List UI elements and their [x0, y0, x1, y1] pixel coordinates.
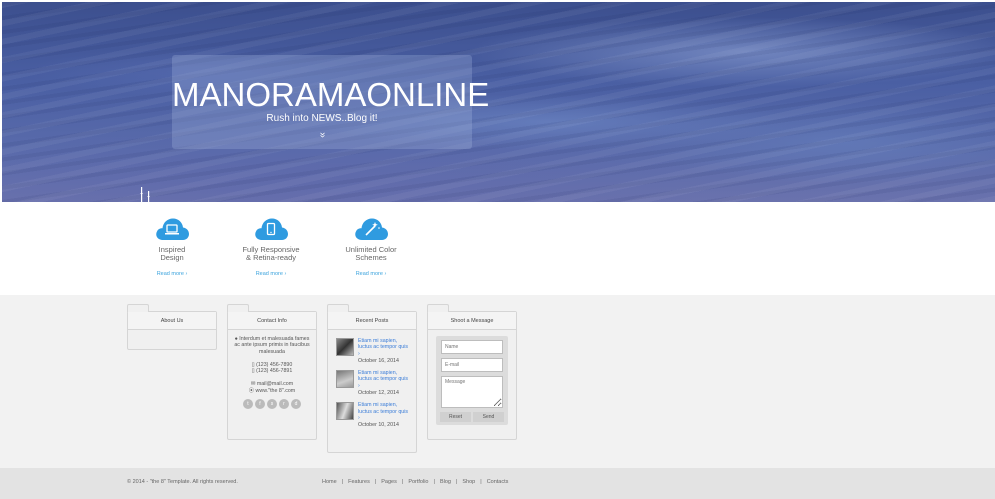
contact-website[interactable]: ⦿ www."the 8".com	[234, 388, 310, 394]
feature-color-schemes: Unlimited Color Schemes Read more ›	[321, 216, 421, 280]
widget-tab	[127, 304, 149, 312]
post-link[interactable]: Etiam mi sapien, luctus ac tempor quis ›	[358, 338, 410, 357]
footer-nav-home[interactable]: Home	[322, 479, 337, 485]
footer-nav-pages[interactable]: Pages	[381, 479, 397, 485]
send-button[interactable]: Send	[473, 412, 504, 422]
widget-tab	[227, 304, 249, 312]
widget-title: About Us	[128, 312, 216, 330]
post-thumbnail[interactable]	[336, 402, 354, 421]
post-date: October 12, 2014	[358, 390, 399, 397]
footer-nav: Home | Features | Pages | Portfolio | Bl…	[322, 479, 508, 485]
contact-info-widget: Contact Info ● Interdum et malesuada fam…	[227, 304, 317, 440]
post-link[interactable]: Etiam mi sapien, luctus ac tempor quis ›	[358, 402, 410, 421]
reset-button[interactable]: Reset	[440, 412, 471, 422]
widget-title: Shoot a Message	[428, 312, 516, 330]
feature-title-line2: & Retina-ready	[245, 253, 297, 262]
contact-phone-2: ▯ (123) 456-7891	[251, 368, 293, 375]
sky-background	[2, 2, 995, 202]
phone-icon: ▯	[251, 361, 255, 368]
laptop-icon	[154, 216, 190, 242]
post-thumbnail[interactable]	[336, 338, 354, 356]
about-us-widget: About Us	[127, 304, 217, 350]
feature-responsive: Fully Responsive & Retina-ready Read mor…	[221, 216, 321, 280]
footer-widgets: About Us Contact Info ● Interdum et male…	[0, 295, 995, 468]
widget-tab	[327, 304, 349, 312]
recent-post-item: Etiam mi sapien, luctus ac tempor quis ›…	[336, 402, 410, 428]
hero-banner: MANORAMAONLINE Rush into NEWS..Blog it! …	[2, 2, 995, 202]
hero-title-panel: MANORAMAONLINE Rush into NEWS..Blog it! …	[172, 55, 490, 149]
message-textarea[interactable]	[441, 376, 503, 408]
recent-posts-widget: Recent Posts Etiam mi sapien, luctus ac …	[327, 304, 417, 453]
post-thumbnail[interactable]	[336, 370, 354, 389]
email-input[interactable]	[441, 358, 503, 372]
recent-post-item: Etiam mi sapien, luctus ac tempor quis ›…	[336, 338, 410, 364]
nav-separator: |	[401, 479, 404, 485]
feature-inspired-design: Inspired Design Read more ›	[122, 216, 222, 280]
widget-title: Recent Posts	[328, 312, 416, 330]
footer-nav-features[interactable]: Features	[348, 479, 370, 485]
name-input[interactable]	[441, 340, 503, 354]
map-marker-icon: ●	[234, 336, 238, 342]
site-tagline: Rush into NEWS..Blog it!	[266, 113, 378, 124]
facebook-icon[interactable]: f	[255, 399, 265, 410]
post-link[interactable]: Etiam mi sapien, luctus ac tempor quis ›	[358, 370, 410, 389]
contact-address: ● Interdum et malesuada fames ac ante ip…	[234, 336, 310, 355]
shoot-a-message-widget: Shoot a Message Reset Send	[427, 304, 517, 440]
feature-title-line2: Schemes	[355, 253, 387, 262]
nav-separator: |	[433, 479, 435, 485]
nav-separator: |	[374, 479, 377, 485]
site-title: MANORAMAONLINE	[172, 76, 490, 113]
recent-post-item: Etiam mi sapien, luctus ac tempor quis ›…	[336, 370, 410, 396]
nav-separator: |	[455, 479, 458, 485]
footer-nav-blog[interactable]: Blog	[440, 479, 451, 485]
read-more-link[interactable]: Read more ›	[356, 271, 387, 277]
read-more-link[interactable]: Read more ›	[157, 271, 188, 277]
footer-bar: © 2014 - "the 8" Template. All rights re…	[0, 468, 995, 499]
envelope-icon: ✉	[250, 381, 256, 388]
nav-separator: |	[480, 479, 482, 485]
scroll-down-icon[interactable]: »	[317, 132, 328, 138]
link-icon: ⦿	[248, 387, 255, 394]
footer-nav-portfolio[interactable]: Portfolio	[408, 479, 428, 485]
phone-icon: ▯	[251, 368, 255, 375]
tablet-icon	[253, 216, 289, 242]
widget-title: Contact Info	[228, 312, 316, 330]
feature-title-line2: Design	[160, 253, 184, 262]
widget-tab	[427, 304, 449, 312]
read-more-link[interactable]: Read more ›	[256, 271, 287, 277]
footer-nav-shop[interactable]: Shop	[462, 479, 475, 485]
post-date: October 16, 2014	[358, 357, 399, 364]
copyright-text: © 2014 - "the 8" Template. All rights re…	[127, 479, 238, 485]
footer-nav-contacts[interactable]: Contacts	[487, 479, 509, 485]
nav-separator: |	[341, 479, 344, 485]
twitter-icon[interactable]: t	[243, 399, 253, 410]
magic-wand-icon	[353, 216, 389, 242]
rss-icon[interactable]: r	[279, 399, 289, 410]
message-form: Reset Send	[436, 336, 508, 425]
post-date: October 10, 2014	[358, 422, 399, 429]
skype-icon[interactable]: s	[267, 399, 277, 410]
social-links: t f s r d	[234, 399, 310, 410]
features-section: Inspired Design Read more › Fully Respon…	[0, 203, 995, 295]
tower-silhouette-icon	[140, 187, 150, 202]
dribbble-icon[interactable]: d	[291, 399, 301, 410]
